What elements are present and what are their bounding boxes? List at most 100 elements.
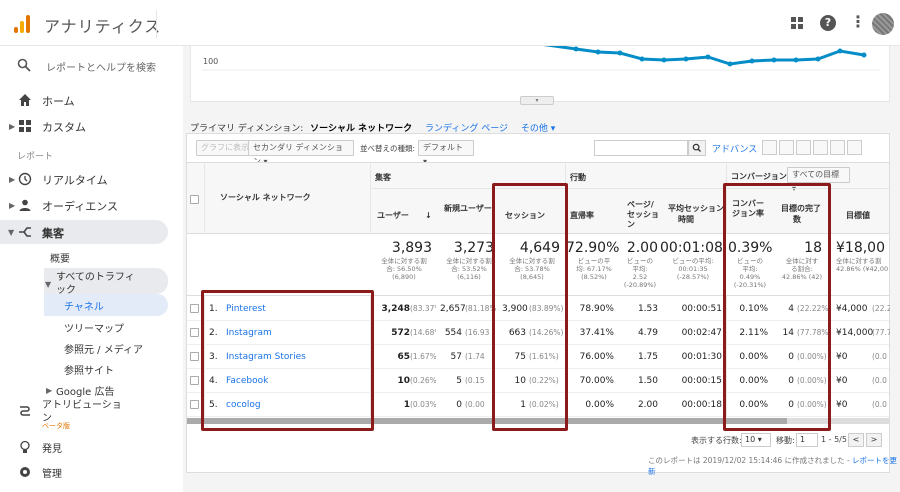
sort-type-select[interactable]: デフォルト ▾ <box>418 140 474 166</box>
view-performance-icon[interactable] <box>796 140 811 155</box>
cell-avg-duration: 00:00:15 <box>681 376 722 386</box>
col-header-duration-line1[interactable]: 平均セッション <box>668 204 724 214</box>
sort-type-label: 並べ替えの種類: <box>360 144 416 153</box>
sidebar-item-treemap[interactable]: ツリーマップ <box>64 320 124 335</box>
expand-caret-icon[interactable]: ▶ <box>9 122 15 131</box>
view-pivot-icon[interactable] <box>847 140 862 155</box>
total-pages-sub2: 平均: <box>632 265 648 273</box>
cell-goal-value-pct: (0.0 <box>872 400 887 409</box>
chart-series-line <box>543 46 865 66</box>
acquisition-icon <box>19 227 31 237</box>
secondary-dimension-select[interactable]: セカンダリ ディメンション ▾ <box>248 140 354 166</box>
view-comparison-icon[interactable] <box>813 140 828 155</box>
row-checkbox[interactable] <box>190 328 199 337</box>
search-icon[interactable] <box>17 58 31 72</box>
cell-avg-duration: 00:00:51 <box>681 304 722 314</box>
col-header-new-users[interactable]: 新規ユーザー <box>444 204 492 214</box>
clock-icon <box>18 172 32 186</box>
view-table-icon[interactable] <box>762 140 777 155</box>
cell-users: 10 <box>397 376 410 386</box>
total-value-sub2: 42.86% (¥42,00 <box>836 265 889 273</box>
more-vert-icon[interactable]: ⋮ <box>850 13 866 33</box>
prev-page-button[interactable]: < <box>848 433 864 447</box>
total-bounce-sub2: 均: 67.17% <box>576 265 612 273</box>
sort-desc-icon[interactable]: ↓ <box>425 211 432 221</box>
total-new-users-sub3: (6,116) <box>457 273 481 281</box>
goto-label: 移動: <box>776 436 795 445</box>
plot-rows-button[interactable]: グラフに表示 <box>196 140 254 156</box>
lightbulb-icon <box>20 440 30 453</box>
pager-range: 1 - 5/5 <box>821 435 847 444</box>
total-value-sub1: 全体に対する割 <box>836 257 882 265</box>
custom-grid-icon <box>19 120 31 132</box>
sidebar-item-overview[interactable]: 概要 <box>50 250 70 265</box>
sidebar-item-source-medium[interactable]: 参照元 / メディア <box>64 341 143 356</box>
cell-avg-duration: 00:02:47 <box>681 328 722 338</box>
rows-per-page-value: 10 <box>745 435 756 444</box>
view-pie-icon[interactable] <box>779 140 794 155</box>
col-header-goal-value[interactable]: 目標値 <box>846 211 870 221</box>
rows-per-page-select[interactable]: 10 ▾ <box>741 433 771 447</box>
row-checkbox[interactable] <box>190 304 199 313</box>
total-pages-sub3: 2.52 <box>632 273 648 281</box>
view-term-cloud-icon[interactable] <box>830 140 845 155</box>
col-header-social-network[interactable]: ソーシャル ネットワーク <box>220 193 311 203</box>
sidebar-item-custom[interactable]: カスタム <box>42 119 86 135</box>
chart-resize-handle[interactable]: ▾ <box>520 96 554 105</box>
sidebar-item-channels-bg <box>44 294 168 316</box>
cell-users-pct: (0.26%) <box>410 376 436 385</box>
sidebar-item-admin[interactable]: 管理 <box>42 465 62 480</box>
cell-users-pct: (0.03%) <box>410 400 436 409</box>
goto-input[interactable]: 1 <box>796 433 818 447</box>
expand-caret-icon[interactable]: ▶ <box>9 201 15 210</box>
table-search-button[interactable] <box>688 140 706 156</box>
expand-caret-icon[interactable]: ▶ <box>46 386 52 395</box>
col-header-duration-line2[interactable]: 時間 <box>678 215 694 225</box>
col-header-bounce-rate[interactable]: 直帰率 <box>570 211 594 221</box>
sidebar-item-home[interactable]: ホーム <box>42 93 75 109</box>
cell-users-pct: (1.67%) <box>410 352 436 361</box>
cell-users-pct: (83.37%) <box>410 304 436 313</box>
total-duration-sub3: (-28.57%) <box>676 273 710 281</box>
row-checkbox[interactable] <box>190 376 199 385</box>
sidebar-item-channels[interactable]: チャネル <box>64 298 104 313</box>
total-new-users-sub1: 全体に対する割 <box>446 257 492 265</box>
row-checkbox[interactable] <box>190 400 199 409</box>
cell-pages-per-session: 1.75 <box>637 352 658 362</box>
expand-caret-icon[interactable]: ▶ <box>9 175 15 184</box>
total-pages-sub1: ビューの <box>627 257 653 265</box>
goal-select[interactable]: すべての目標 ▾ <box>787 167 850 193</box>
collapse-caret-icon[interactable]: ▼ <box>8 228 14 237</box>
col-header-pages-line3[interactable]: ン <box>627 220 635 230</box>
cell-pages-per-session: 2.00 <box>637 400 658 410</box>
analytics-logo-icon[interactable] <box>12 14 32 34</box>
sidebar-item-referrals[interactable]: 参照サイト <box>64 362 114 377</box>
next-page-button[interactable]: > <box>866 433 882 447</box>
apps-grid-icon[interactable] <box>790 16 804 30</box>
row-checkbox[interactable] <box>190 352 199 361</box>
sidebar-item-attribution-line1[interactable]: アトリビューショ <box>42 396 122 411</box>
cell-pages-per-session: 4.79 <box>637 328 658 338</box>
collapse-caret-icon[interactable]: ▼ <box>45 280 51 289</box>
app-title: アナリティクス <box>44 17 162 36</box>
cell-bounce-rate: 70.00% <box>579 376 614 386</box>
sidebar-search-input[interactable]: レポートとヘルプを検索 <box>46 59 156 74</box>
total-users: 3,893 <box>391 240 432 256</box>
advanced-filter-link[interactable]: アドバンス <box>712 142 757 155</box>
sessions-line-chart[interactable] <box>190 46 890 96</box>
sidebar-item-audience[interactable]: オーディエンス <box>42 198 118 214</box>
home-icon <box>19 94 31 106</box>
cell-users: 65 <box>397 352 410 362</box>
attribution-icon <box>20 406 30 416</box>
cell-users: 3,248 <box>381 304 410 314</box>
col-header-pages-line2[interactable]: セッショ <box>627 210 659 220</box>
col-header-pages-line1[interactable]: ページ/ <box>627 200 654 210</box>
avatar[interactable] <box>872 13 894 35</box>
table-search-input[interactable] <box>594 140 688 156</box>
sidebar-item-realtime[interactable]: リアルタイム <box>42 172 108 188</box>
help-icon[interactable]: ? <box>820 15 836 31</box>
col-header-users[interactable]: ユーザー <box>377 211 409 221</box>
sidebar-item-acquisition[interactable]: 集客 <box>42 225 64 241</box>
sidebar-item-discover[interactable]: 発見 <box>42 440 62 455</box>
select-all-checkbox[interactable] <box>190 195 199 204</box>
